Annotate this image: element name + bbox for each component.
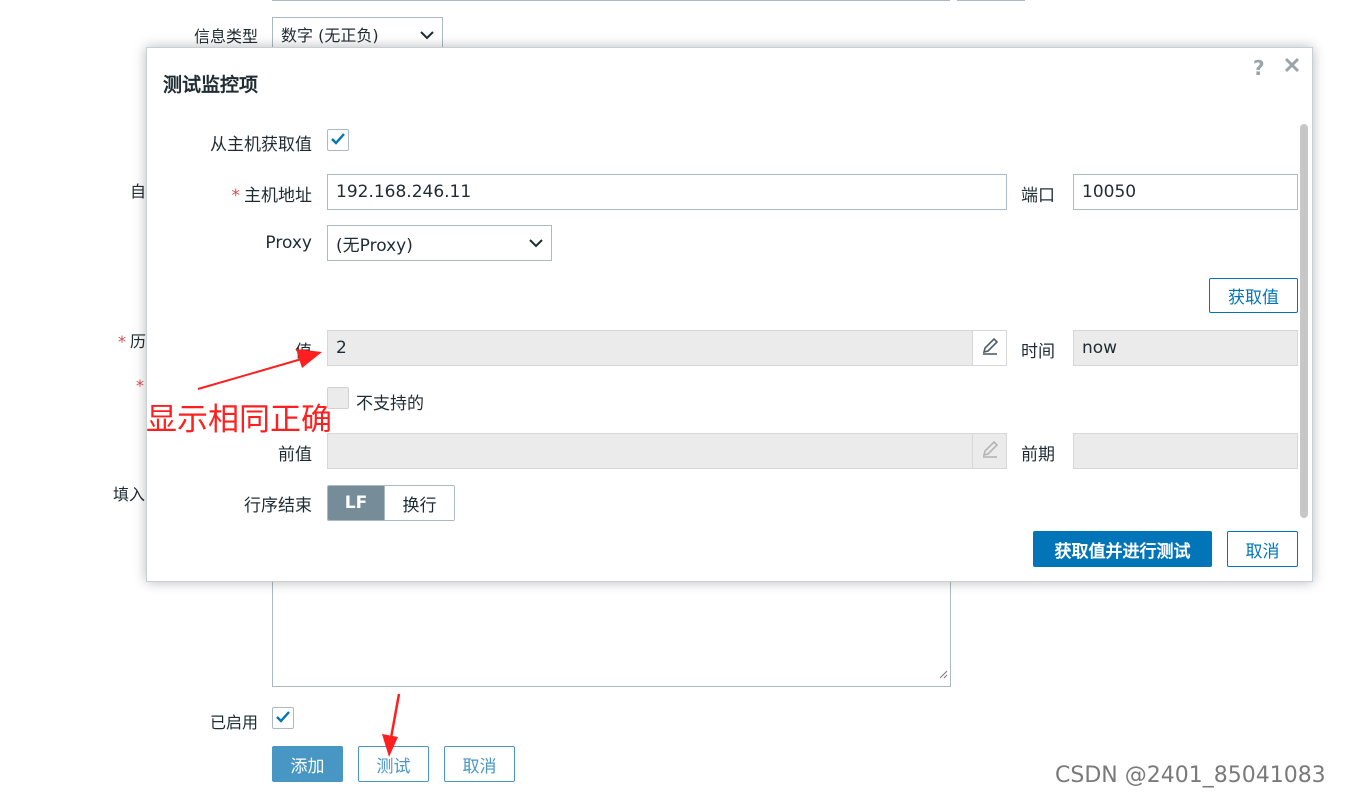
not-supported-label: 不支持的 [356, 394, 424, 414]
partial-label-1: 自 [130, 182, 147, 201]
resize-handle-icon[interactable] [938, 664, 948, 684]
partial-label-2: * 历 [118, 332, 147, 351]
bg-cancel-button[interactable]: 取消 [444, 746, 515, 782]
eol-label: 行序结束 [244, 496, 312, 516]
check-icon [275, 708, 291, 728]
bg-top-field-edge [272, 0, 950, 1]
time-input: now [1073, 330, 1298, 366]
info-type-value: 数字 (无正负) [281, 26, 379, 45]
eol-option-newline[interactable]: 换行 [384, 486, 454, 520]
get-from-host-checkbox[interactable] [327, 129, 349, 151]
proxy-value: (无Proxy) [336, 235, 413, 256]
info-type-label: 信息类型 [193, 27, 258, 46]
prev-time-label: 前期 [1021, 445, 1055, 465]
pencil-icon [980, 439, 1000, 464]
prev-time-input [1073, 433, 1298, 469]
value-edit-button[interactable] [972, 331, 1006, 365]
help-icon[interactable]: ? [1253, 56, 1265, 80]
host-address-input[interactable]: 192.168.246.11 [327, 174, 1007, 210]
check-icon [330, 130, 346, 150]
port-value: 10050 [1082, 182, 1137, 202]
proxy-select[interactable]: (无Proxy) [327, 225, 552, 261]
annotation-text: 显示相同正确 [146, 402, 332, 438]
close-icon[interactable] [1284, 54, 1300, 78]
enabled-label: 已启用 [209, 713, 258, 732]
prev-value-input [327, 433, 1007, 469]
value-input: 2 [327, 330, 1007, 366]
value-text: 2 [336, 338, 347, 358]
pencil-icon [980, 336, 1000, 361]
test-item-dialog: 测试监控项 ? 从主机获取值 * 主机地址 192.168.246.11 端口 1… [146, 47, 1313, 582]
eol-option-lf[interactable]: LF [328, 486, 384, 520]
host-address-label-text: 主机地址 [244, 186, 312, 206]
partial-label-4: 填入 [113, 485, 146, 504]
prev-value-edit-button [972, 434, 1006, 468]
add-button[interactable]: 添加 [272, 746, 343, 782]
dialog-scrollbar[interactable] [1300, 124, 1308, 518]
watermark: CSDN @2401_85041083 [1055, 763, 1326, 788]
host-address-value: 192.168.246.11 [336, 182, 472, 202]
time-label: 时间 [1021, 342, 1055, 362]
test-button[interactable]: 测试 [358, 746, 429, 782]
info-type-select[interactable]: 数字 (无正负) [272, 17, 443, 51]
dialog-title: 测试监控项 [163, 74, 259, 96]
get-and-test-button[interactable]: 获取值并进行测试 [1033, 531, 1212, 567]
enabled-checkbox[interactable] [272, 707, 294, 729]
get-value-button[interactable]: 获取值 [1209, 278, 1298, 313]
proxy-label: Proxy [265, 233, 312, 253]
chevron-down-icon [420, 25, 434, 44]
port-label: 端口 [1021, 186, 1055, 206]
partial-label-2-text: 历 [130, 332, 147, 351]
dialog-cancel-button[interactable]: 取消 [1227, 531, 1298, 567]
bg-top-button-edge [957, 0, 1025, 1]
value-label: 值 [295, 342, 312, 362]
prev-value-label: 前值 [278, 445, 312, 465]
chevron-down-icon [529, 233, 543, 253]
host-address-label: * 主机地址 [231, 186, 313, 206]
eol-segmented-control: LF 换行 [327, 485, 455, 521]
get-from-host-label: 从主机获取值 [210, 135, 312, 155]
port-input[interactable]: 10050 [1073, 174, 1298, 210]
time-value: now [1082, 338, 1118, 358]
